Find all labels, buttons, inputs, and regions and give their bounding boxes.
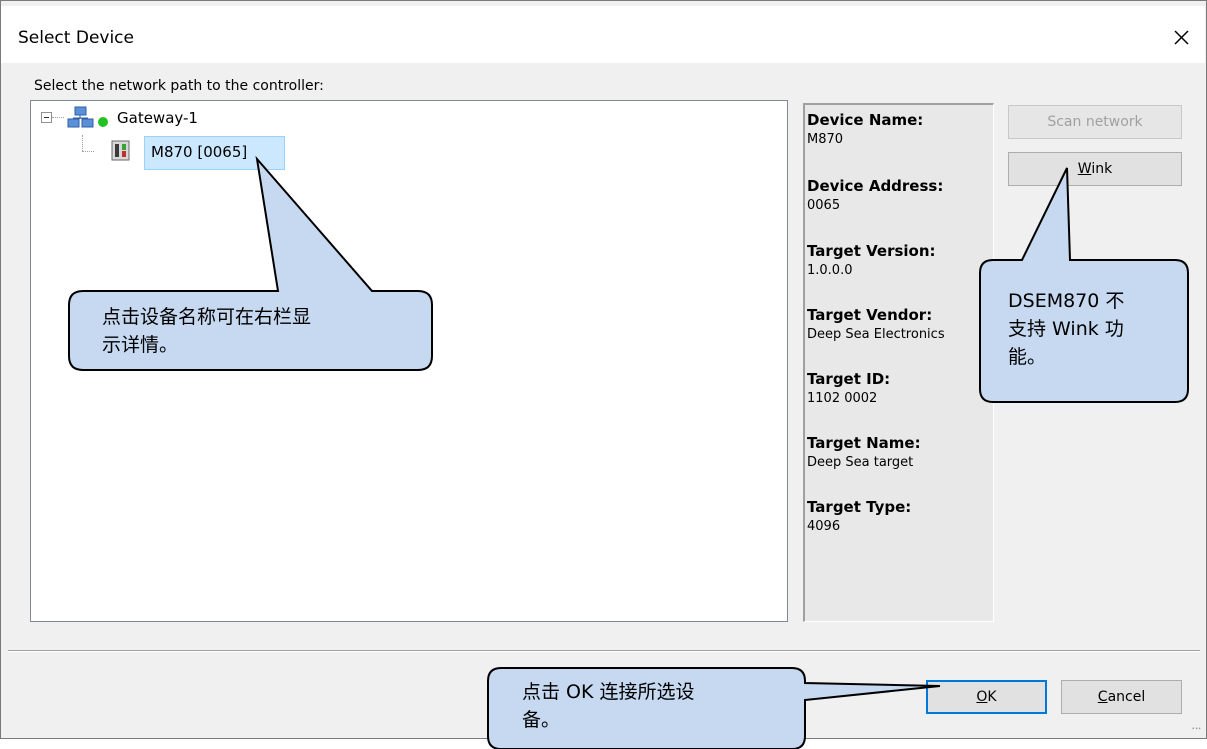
wink-callout-line2: 支持 Wink 功: [1008, 318, 1124, 340]
ok-callout-line2: 备。: [522, 709, 561, 731]
wink-callout-line3: 能。: [1008, 346, 1047, 368]
wink-callout-line1: DSEM870 不: [1008, 290, 1125, 312]
device-callout-line2: 示详情。: [102, 334, 179, 356]
callout-layer: [68, 155, 1189, 749]
ok-callout-line1: 点击 OK 连接所选设: [522, 681, 695, 703]
device-callout-line1: 点击设备名称可在右栏显: [102, 306, 312, 328]
